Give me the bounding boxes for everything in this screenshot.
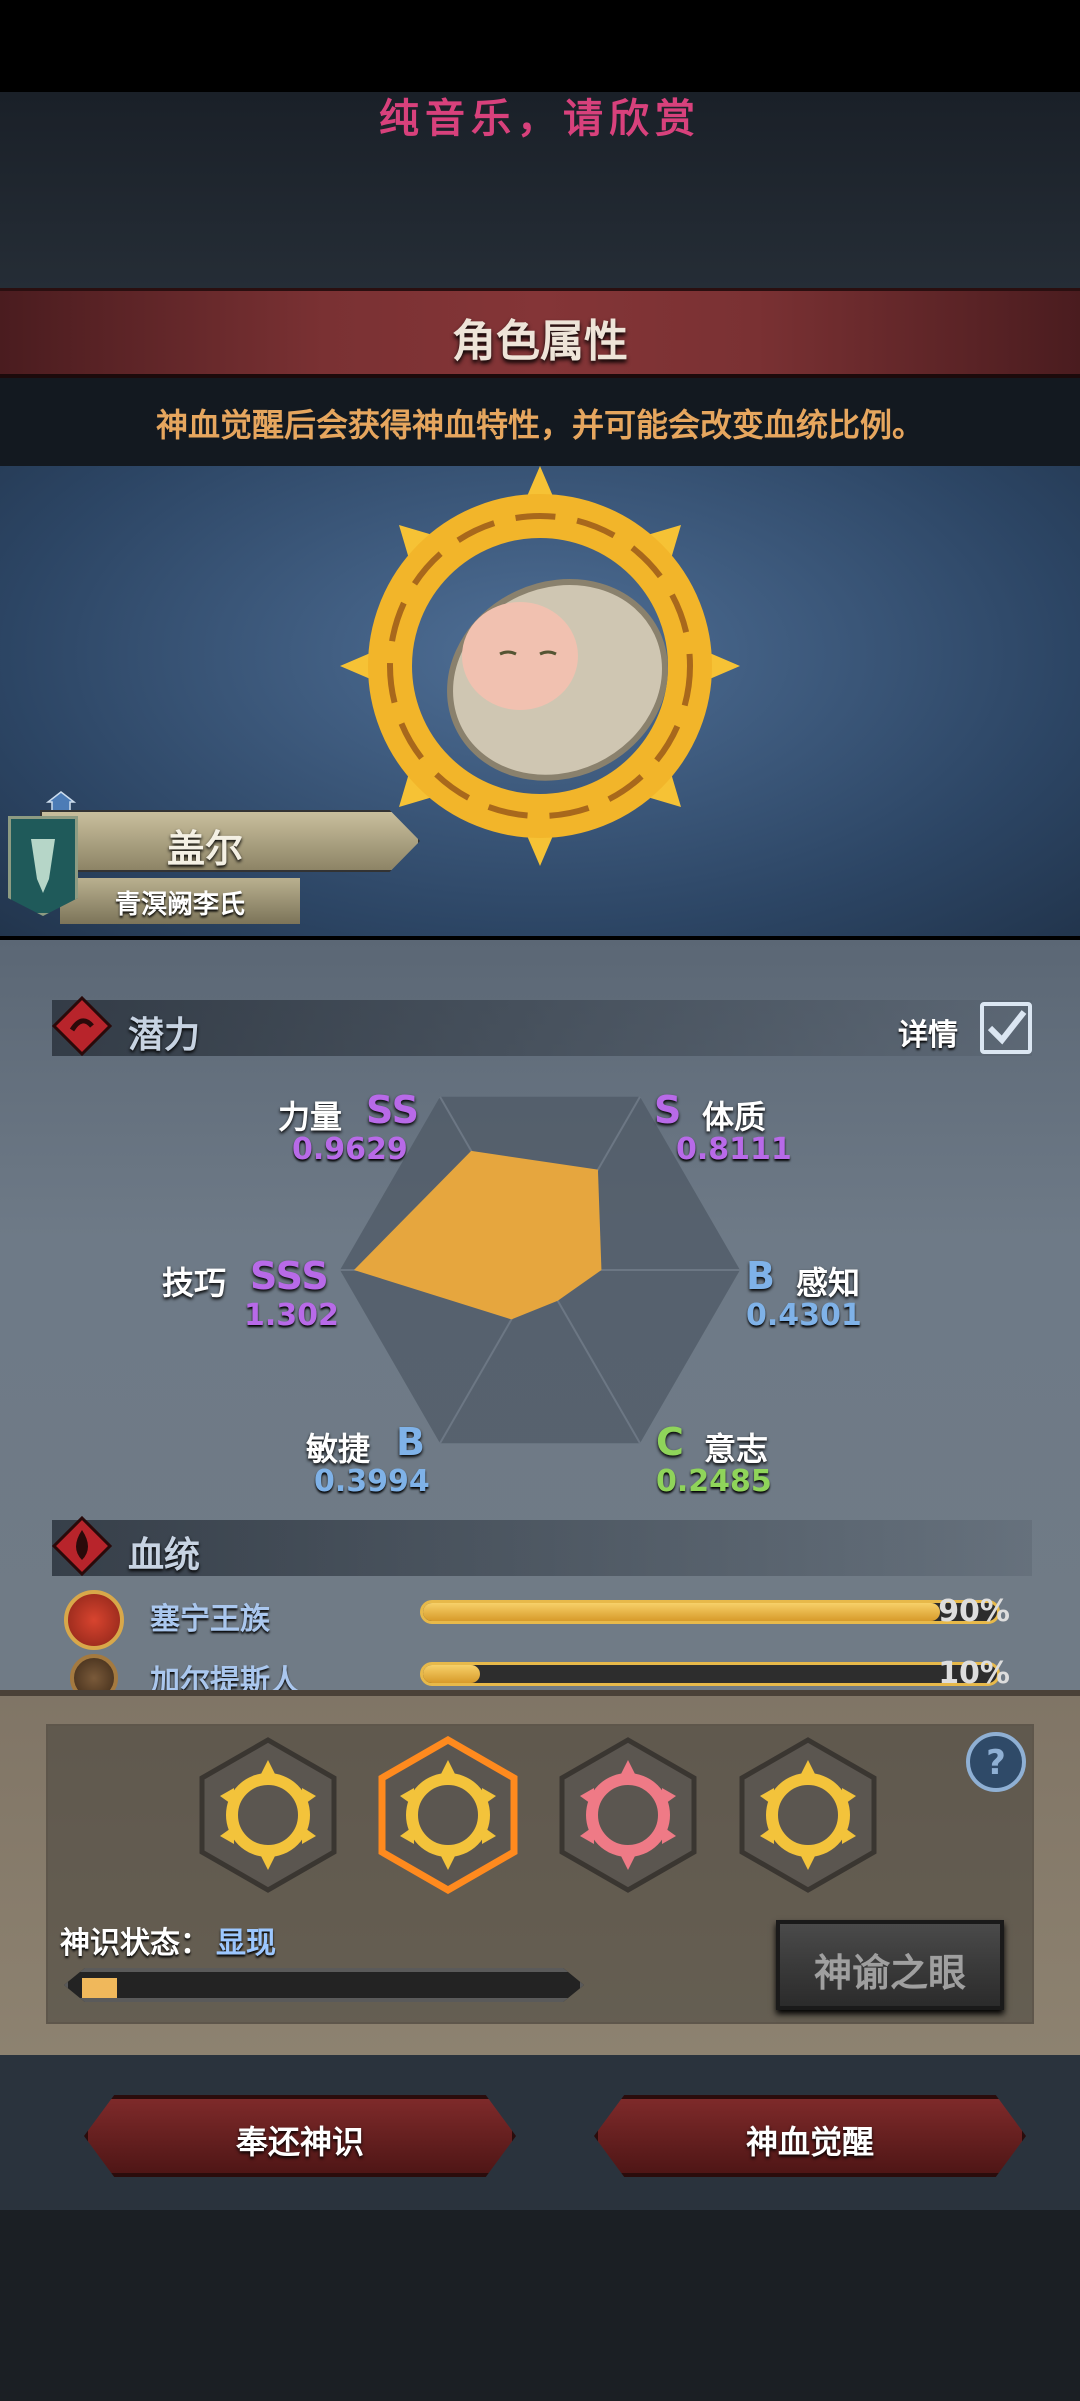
title-banner: 角色属性 [0,288,1080,378]
stats-panel: 潜力 详情 力量 SS 0.9629 S 体质 0.8111 B 感知 0.43… [0,940,1080,1702]
hint-bar: 神血觉醒后会获得神血特性，并可能会改变血统比例。 [0,378,1080,466]
divine-state-label: 神识状态： [60,1926,210,1961]
stat-name-skill: 技巧 [162,1264,227,1302]
potential-radar-chart [340,1096,740,1444]
divine-slot-1[interactable] [198,1736,338,1894]
bloodline-percent: 90% [938,1594,1010,1629]
awaken-bloodline-button[interactable]: 神血觉醒 [594,2095,1026,2177]
stat-value-will: 0.2485 [656,1464,772,1499]
awaken-bloodline-label: 神血觉醒 [745,2123,874,2161]
clan-name: 青溟阙李氏 [114,890,245,920]
blood-drop-icon [52,1516,112,1576]
stat-value-skill: 1.302 [244,1298,339,1333]
stat-grade-agility: B [396,1420,425,1464]
help-icon[interactable]: ? [964,1730,1028,1794]
stat-grade-skill: SSS [250,1254,329,1298]
clan-banner-icon [8,816,78,916]
divine-slot-4[interactable] [738,1736,878,1894]
hint-text: 神血觉醒后会获得神血特性，并可能会改变血统比例。 [155,406,924,444]
character-name: 盖尔 [166,827,243,871]
oracle-eye-label: 神谕之眼 [813,1951,966,1995]
character-name-plate: 盖尔 青溟阙李氏 [0,790,420,940]
bloodline-bar [420,1662,1000,1686]
svg-text:?: ? [986,1743,1006,1783]
bloodline-bar [420,1600,1000,1624]
bloodline-percent: 10% [938,1656,1010,1691]
stat-value-perception: 0.4301 [746,1298,862,1333]
return-divine-button[interactable]: 奉还神识 [84,2095,516,2177]
oracle-eye-button[interactable]: 神谕之眼 [776,1920,1004,2010]
divine-progress-bar [64,1968,584,2002]
return-divine-label: 奉还神识 [235,2123,364,2161]
bloodline-name: 塞宁王族 [150,1602,270,1637]
music-notice: 纯音乐，请欣赏 [379,96,701,142]
page-title: 角色属性 [452,316,628,367]
bloodline-row: 塞宁王族 90% [60,1590,1040,1650]
stat-value-strength: 0.9629 [292,1132,408,1167]
bloodline-bar-fill [423,1603,940,1621]
stat-grade-perception: B [746,1254,775,1298]
music-notice-bar: 纯音乐，请欣赏 [0,92,1080,288]
action-bar: 奉还神识 神血觉醒 [0,2055,1080,2210]
stat-value-agility: 0.3994 [314,1464,430,1499]
stat-value-constitution: 0.8111 [676,1132,792,1167]
bottom-bar [0,2210,1080,2401]
stat-grade-constitution: S [654,1088,682,1132]
divine-progress-fill [82,1978,117,1998]
divine-slot-3[interactable] [558,1736,698,1894]
bloodline-section-title: 血统 [128,1535,201,1576]
bloodline-bar-fill [423,1665,481,1683]
divine-state-value: 显现 [216,1926,276,1961]
stat-grade-strength: SS [366,1088,420,1132]
stat-grade-will: C [656,1420,684,1464]
divine-panel: ? 神识状态： 显现 神谕之眼 [0,1690,1080,2055]
status-bar-area [0,0,1080,92]
divine-slot-2-selected[interactable] [378,1736,518,1894]
royal-emblem-icon [64,1590,124,1650]
